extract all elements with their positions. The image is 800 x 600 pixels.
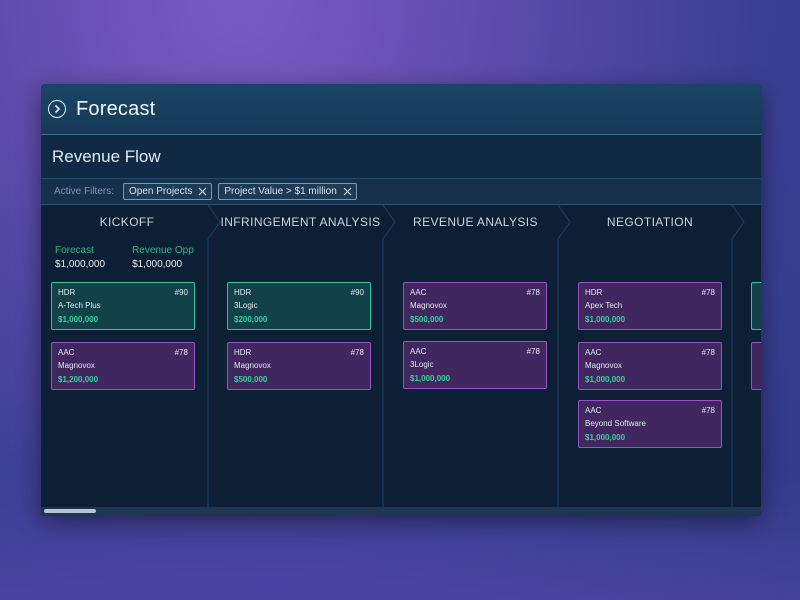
card-code: AAC bbox=[58, 348, 75, 357]
deal-card-partial[interactable] bbox=[751, 342, 761, 390]
filter-chip-label: Open Projects bbox=[129, 186, 193, 197]
column-kickoff: KICKOFF Forecast $1,000,000 Revenue Opp … bbox=[41, 205, 213, 515]
card-amount: $1,000,000 bbox=[585, 315, 626, 324]
column-revenue-analysis: REVENUE ANALYSIS AAC #78 Magnovox $500,00… bbox=[388, 205, 563, 515]
filter-chip-label: Project Value > $1 million bbox=[224, 186, 337, 197]
deal-card[interactable]: HDR #90 A-Tech Plus $1,000,000 bbox=[51, 282, 195, 330]
card-number: #78 bbox=[526, 347, 540, 356]
deal-card[interactable]: HDR #78 Magnovox $500,000 bbox=[227, 342, 371, 390]
column-negotiation: NEGOTIATION HDR #78 Apex Tech $1,000,000 … bbox=[563, 205, 737, 515]
card-company: A-Tech Plus bbox=[58, 301, 101, 310]
deal-card[interactable]: AAC #78 Magnovox $500,000 bbox=[403, 282, 547, 330]
revenue-opp-metric: Revenue Opp $1,000,000 bbox=[132, 245, 194, 270]
deal-card[interactable]: HDR #90 3Logic $200,000 bbox=[227, 282, 371, 330]
card-number: #78 bbox=[701, 406, 715, 415]
pipeline-board: KICKOFF Forecast $1,000,000 Revenue Opp … bbox=[41, 205, 761, 515]
column-infringement-analysis: INFRINGEMENT ANALYSIS HDR #90 3Logic $200… bbox=[213, 205, 388, 515]
deal-card[interactable]: HDR #78 Apex Tech $1,000,000 bbox=[578, 282, 722, 330]
deal-card[interactable]: AAC #78 Magnovox $1,200,000 bbox=[51, 342, 195, 390]
card-amount: $200,000 bbox=[234, 315, 268, 324]
deal-card[interactable]: AAC #78 3Logic $1,000,000 bbox=[403, 341, 547, 389]
card-company: Magnovox bbox=[58, 361, 95, 370]
column-header: INFRINGEMENT ANALYSIS bbox=[220, 215, 381, 229]
section-header: Revenue Flow bbox=[41, 135, 761, 179]
card-number: #78 bbox=[701, 348, 715, 357]
forecast-label: Forecast bbox=[55, 245, 94, 256]
card-code: HDR bbox=[234, 288, 252, 297]
column-header: REVENUE ANALYSIS bbox=[413, 215, 538, 229]
card-amount: $1,000,000 bbox=[585, 375, 626, 384]
card-code: AAC bbox=[585, 406, 602, 415]
card-number: #78 bbox=[526, 288, 540, 297]
forecast-window: Forecast Revenue Flow Active Filters: Op… bbox=[41, 84, 761, 516]
card-amount: $500,000 bbox=[234, 375, 268, 384]
card-code: AAC bbox=[585, 348, 602, 357]
card-company: Magnovox bbox=[410, 301, 447, 310]
card-code: AAC bbox=[410, 288, 427, 297]
filter-chip-project-value[interactable]: Project Value > $1 million bbox=[218, 183, 357, 200]
chevron-right-icon[interactable] bbox=[48, 100, 66, 118]
card-amount: $1,200,000 bbox=[58, 375, 99, 384]
card-amount: $500,000 bbox=[410, 315, 444, 324]
card-amount: $1,000,000 bbox=[410, 374, 451, 383]
card-code: HDR bbox=[585, 288, 603, 297]
filter-bar: Active Filters: Open Projects Project Va… bbox=[41, 179, 761, 205]
card-number: #78 bbox=[174, 348, 188, 357]
horizontal-scrollbar[interactable] bbox=[41, 507, 761, 516]
close-icon[interactable] bbox=[343, 187, 352, 196]
card-company: Apex Tech bbox=[585, 301, 623, 310]
card-number: #78 bbox=[701, 288, 715, 297]
card-number: #90 bbox=[174, 288, 188, 297]
card-code: HDR bbox=[234, 348, 252, 357]
forecast-metric: Forecast $1,000,000 bbox=[55, 245, 105, 270]
card-amount: $1,000,000 bbox=[58, 315, 99, 324]
revenue-opp-value: $1,000,000 bbox=[132, 259, 183, 270]
deal-card[interactable]: AAC #78 Beyond Software $1,000,000 bbox=[578, 400, 722, 448]
card-number: #90 bbox=[350, 288, 364, 297]
title-bar: Forecast bbox=[41, 84, 761, 135]
column-metrics: Forecast $1,000,000 Revenue Opp $1,000,0… bbox=[55, 245, 194, 270]
revenue-opp-label: Revenue Opp bbox=[132, 245, 194, 256]
scrollbar-thumb[interactable] bbox=[44, 509, 96, 513]
close-icon[interactable] bbox=[198, 187, 207, 196]
column-header: KICKOFF bbox=[99, 215, 155, 229]
card-amount: $1,000,000 bbox=[585, 433, 626, 442]
card-company: Magnovox bbox=[585, 361, 622, 370]
forecast-value: $1,000,000 bbox=[55, 259, 106, 270]
card-code: HDR bbox=[58, 288, 76, 297]
column-header: NEGOTIATION bbox=[606, 215, 694, 229]
section-title: Revenue Flow bbox=[52, 146, 161, 166]
window-title: Forecast bbox=[76, 97, 156, 120]
card-company: Magnovox bbox=[234, 361, 271, 370]
card-code: AAC bbox=[410, 347, 427, 356]
filter-chip-open-projects[interactable]: Open Projects bbox=[123, 183, 213, 200]
card-company: Beyond Software bbox=[585, 419, 646, 428]
card-number: #78 bbox=[350, 348, 364, 357]
card-company: 3Logic bbox=[234, 301, 258, 310]
active-filters-label: Active Filters: bbox=[54, 186, 115, 197]
deal-card-partial[interactable] bbox=[751, 282, 761, 330]
card-company: 3Logic bbox=[410, 360, 434, 369]
deal-card[interactable]: AAC #78 Magnovox $1,000,000 bbox=[578, 342, 722, 390]
